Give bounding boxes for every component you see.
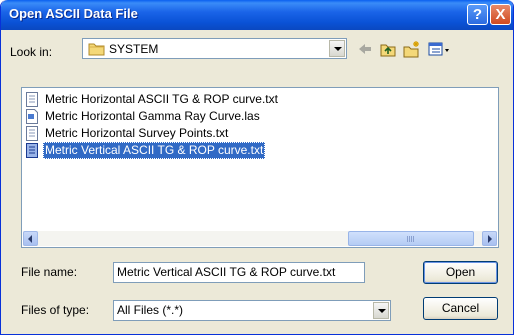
close-button[interactable]: X xyxy=(490,4,511,25)
text-file-icon xyxy=(26,126,38,141)
file-name-field[interactable]: Metric Vertical ASCII TG & ROP curve.txt xyxy=(113,262,365,283)
file-type-value: All Files (*.*) xyxy=(117,303,184,317)
file-type-label: Files of type: xyxy=(21,303,90,317)
look-in-label: Look in: xyxy=(10,45,53,59)
scroll-right-button[interactable] xyxy=(482,231,497,246)
help-button[interactable]: ? xyxy=(467,4,488,25)
dialog-title: Open ASCII Data File xyxy=(9,6,138,21)
up-folder-icon[interactable] xyxy=(379,40,397,58)
look-in-dropdown[interactable]: SYSTEM xyxy=(82,38,347,59)
las-file-icon xyxy=(26,109,38,124)
open-button[interactable]: Open xyxy=(423,261,498,284)
folder-icon xyxy=(88,43,105,56)
file-name-label: Metric Horizontal Gamma Ray Curve.las xyxy=(45,109,260,123)
cancel-button[interactable]: Cancel xyxy=(423,297,498,320)
chevron-down-icon[interactable] xyxy=(373,302,389,319)
file-name-label: File name: xyxy=(21,265,78,279)
back-arrow-icon[interactable] xyxy=(356,40,374,58)
new-folder-icon[interactable] xyxy=(403,40,421,58)
file-name-label: Metric Vertical ASCII TG & ROP curve.txt xyxy=(43,142,266,159)
scroll-left-button[interactable] xyxy=(23,231,38,246)
open-file-dialog: Open ASCII Data File ? X Look in: SYSTEM xyxy=(0,0,514,335)
scrollbar-thumb[interactable] xyxy=(348,231,474,246)
text-file-icon xyxy=(26,143,38,158)
view-menu-icon[interactable] xyxy=(427,40,451,58)
chevron-down-icon[interactable] xyxy=(329,40,345,57)
look-in-value: SYSTEM xyxy=(109,42,159,56)
horizontal-scrollbar[interactable] xyxy=(23,231,497,246)
file-list[interactable]: Metric Horizontal ASCII TG & ROP curve.t… xyxy=(21,87,499,248)
file-name-label: Metric Horizontal Survey Points.txt xyxy=(45,126,229,140)
file-type-dropdown[interactable]: All Files (*.*) xyxy=(113,300,391,321)
text-file-icon xyxy=(26,92,38,107)
title-bar[interactable]: Open ASCII Data File ? X xyxy=(1,0,513,30)
file-name-label: Metric Horizontal ASCII TG & ROP curve.t… xyxy=(45,92,278,106)
